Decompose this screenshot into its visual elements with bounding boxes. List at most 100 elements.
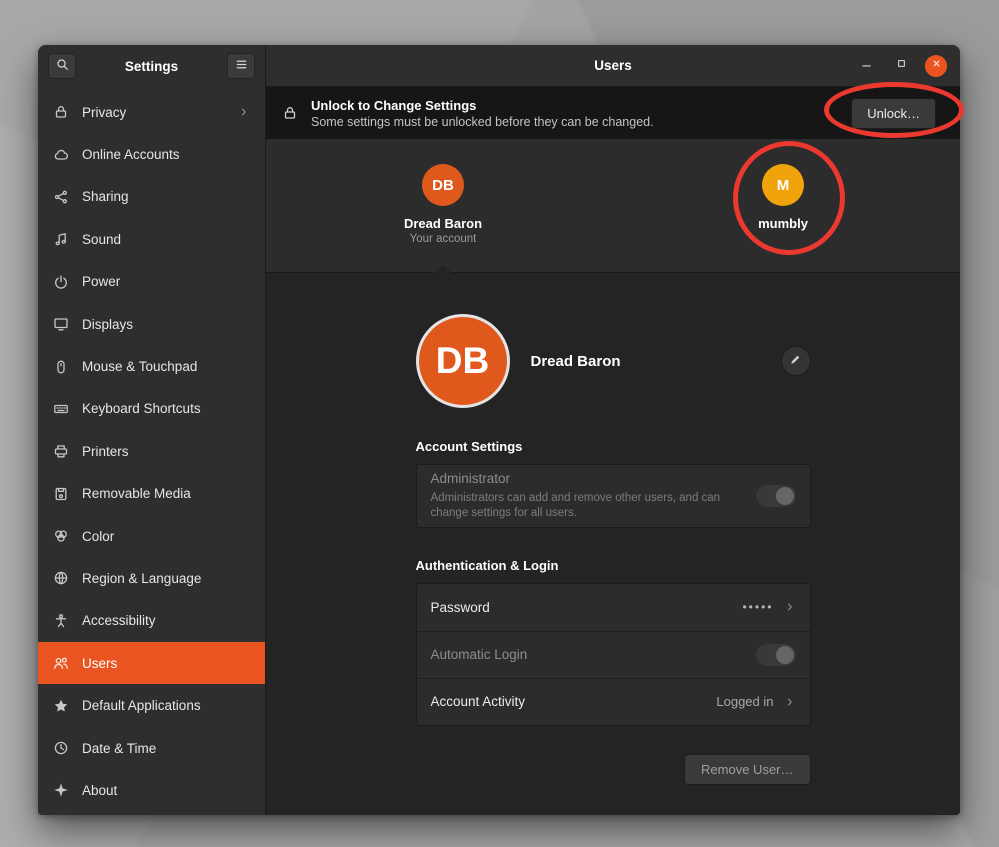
sidebar-item-label: Color [82,529,250,544]
chevron-right-icon [784,696,796,708]
users-icon [53,655,69,671]
row-text: Administrator Administrators can add and … [431,471,746,521]
printers-icon [53,443,69,459]
sidebar-item-removable-media[interactable]: Removable Media [38,473,265,515]
sidebar-item-label: Power [82,274,250,289]
sidebar-item-power[interactable]: Power [38,261,265,303]
sidebar-list: Privacy Online Accounts Sharing Sound Power D… [38,87,265,815]
sidebar-item-sound[interactable]: Sound [38,218,265,260]
row-automatic-login: Automatic Login [417,631,810,678]
sidebar-title: Settings [76,59,227,74]
sharing-icon [53,189,69,205]
selected-user-arrow [434,264,452,273]
sidebar-item-label: Online Accounts [82,147,250,162]
section-title-account-settings: Account Settings [416,439,811,454]
close-button[interactable] [925,55,947,77]
settings-window: Settings Privacy Online Accounts Sharing So… [38,45,960,815]
sidebar-item-label: Sound [82,232,250,247]
user-item-mumbly[interactable]: Mmumbly [708,139,858,272]
chevron-right-icon [784,601,796,613]
sidebar-item-region-language[interactable]: Region & Language [38,557,265,599]
sidebar-item-label: Accessibility [82,613,250,628]
sidebar-item-date-time[interactable]: Date & Time [38,727,265,769]
date-time-icon [53,740,69,756]
search-button[interactable] [48,53,76,79]
sidebar-item-color[interactable]: Color [38,515,265,557]
pencil-icon [789,353,802,369]
row-description: Administrators can add and remove other … [431,491,731,521]
remove-user-button[interactable]: Remove User… [684,754,810,785]
user-avatar: DB [419,317,507,405]
sidebar: Settings Privacy Online Accounts Sharing So… [38,45,266,815]
sidebar-header: Settings [38,45,265,87]
row-administrator: Administrator Administrators can add and … [417,465,810,527]
unlock-banner: Unlock to Change Settings Some settings … [266,87,960,139]
user-name: mumbly [758,216,808,231]
unlock-banner-text: Unlock to Change Settings Some settings … [311,98,838,129]
profile-row: DB Dread Baron [416,317,811,405]
removable-media-icon [53,486,69,502]
color-icon [53,528,69,544]
row-label: Automatic Login [431,647,746,662]
sidebar-item-label: Region & Language [82,571,250,586]
sound-icon [53,231,69,247]
switch-knob [776,487,794,505]
maximize-icon [895,57,908,75]
user-details: DB Dread Baron Account Settings Administ… [266,273,960,815]
section-title-authentication: Authentication & Login [416,558,811,573]
automatic-login-switch[interactable] [756,644,796,666]
user-subtitle: Your account [410,233,477,245]
sidebar-item-label: Printers [82,444,250,459]
mouse-touchpad-icon [53,359,69,375]
authentication-card: Password••••• Automatic Login Account Acti… [416,583,811,726]
sidebar-item-printers[interactable]: Printers [38,430,265,472]
row-text: Account Activity [431,694,707,709]
default-applications-icon [53,698,69,714]
sidebar-item-label: Keyboard Shortcuts [82,401,250,416]
avatar-mumbly: M [762,164,804,206]
unlock-button[interactable]: Unlock… [851,98,936,129]
avatar-dread-baron: DB [422,164,464,206]
sidebar-item-label: About [82,783,250,798]
sidebar-item-about[interactable]: About [38,769,265,811]
sidebar-item-keyboard-shortcuts[interactable]: Keyboard Shortcuts [38,388,265,430]
about-icon [53,782,69,798]
minimize-icon [860,57,873,75]
row-label: Password [431,600,733,615]
maximize-button[interactable] [890,55,912,77]
row-password[interactable]: Password••••• [417,584,810,631]
sidebar-item-label: Users [82,656,250,671]
remove-user-row: Remove User… [416,754,811,785]
user-carousel: DB Dread Baron Your account Mmumbly [266,139,960,273]
window-controls [855,55,960,77]
hamburger-menu-icon [234,57,249,75]
account-settings-card: Administrator Administrators can add and … [416,464,811,528]
sidebar-item-online-accounts[interactable]: Online Accounts [38,133,265,175]
sidebar-item-users[interactable]: Users [38,642,265,684]
profile-name: Dread Baron [531,353,781,370]
sidebar-item-accessibility[interactable]: Accessibility [38,600,265,642]
minimize-button[interactable] [855,55,877,77]
sidebar-item-sharing[interactable]: Sharing [38,176,265,218]
sidebar-item-label: Date & Time [82,741,250,756]
unlock-banner-title: Unlock to Change Settings [311,98,838,113]
menu-button[interactable] [227,53,255,79]
edit-name-button[interactable] [781,346,811,376]
unlock-banner-subtitle: Some settings must be unlocked before th… [311,115,838,129]
main-panel: Users Unlock to Change Settings Some set… [266,45,960,815]
row-text: Automatic Login [431,647,746,662]
administrator-switch[interactable] [756,485,796,507]
row-label: Administrator [431,471,746,486]
row-account-activity[interactable]: Account Activity Logged in [417,678,810,725]
sidebar-item-label: Displays [82,317,250,332]
user-item-dread-baron[interactable]: DB Dread Baron Your account [368,139,518,272]
sidebar-item-default-applications[interactable]: Default Applications [38,684,265,726]
sidebar-item-label: Default Applications [82,698,250,713]
row-label: Account Activity [431,694,707,709]
sidebar-item-displays[interactable]: Displays [38,303,265,345]
sidebar-item-label: Removable Media [82,486,250,501]
user-name: Dread Baron [404,216,482,231]
sidebar-item-privacy[interactable]: Privacy [38,91,265,133]
row-value: Logged in [716,694,773,709]
sidebar-item-mouse-touchpad[interactable]: Mouse & Touchpad [38,345,265,387]
